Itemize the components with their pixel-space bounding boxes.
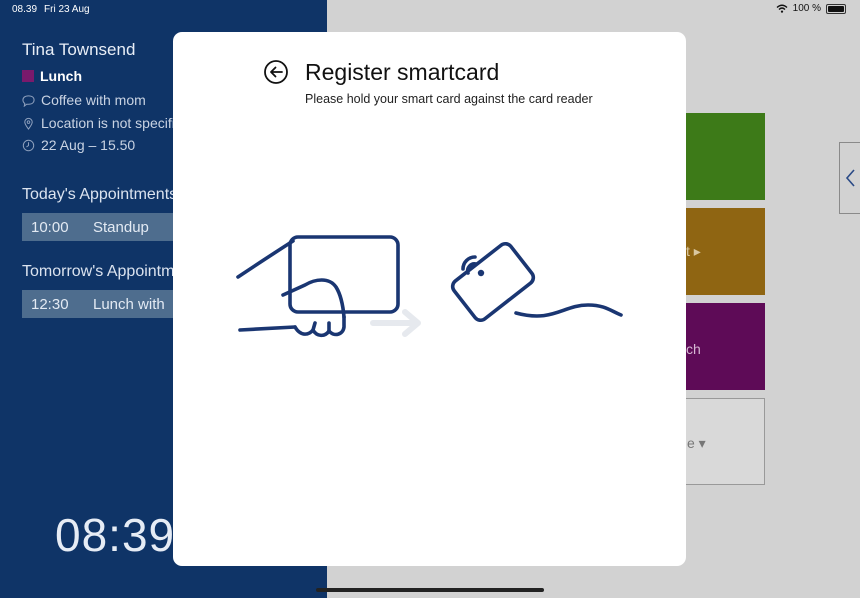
appointment-time: 12:30 bbox=[31, 295, 69, 313]
speech-bubble-icon bbox=[22, 94, 35, 107]
current-event-title: Lunch bbox=[40, 68, 82, 84]
chevron-left-icon bbox=[845, 169, 855, 187]
home-indicator bbox=[316, 588, 544, 592]
wifi-icon bbox=[776, 4, 788, 13]
appointment-title: Standup bbox=[93, 218, 149, 236]
dialog-title: Register smartcard bbox=[305, 59, 500, 85]
event-location: Location is not specific bbox=[22, 115, 182, 131]
status-right: 100 % bbox=[776, 3, 846, 14]
big-clock: 08:39 bbox=[55, 509, 176, 561]
current-event: Lunch bbox=[22, 68, 82, 84]
event-color-swatch bbox=[22, 70, 34, 82]
room-name: Tina Townsend bbox=[22, 40, 136, 59]
event-note: Coffee with mom bbox=[22, 92, 146, 108]
dialog-subtitle: Please hold your smart card against the … bbox=[305, 92, 593, 106]
today-heading: Today's Appointments bbox=[22, 186, 178, 203]
more-tile[interactable]: e ▾ bbox=[676, 398, 765, 485]
event-note-text: Coffee with mom bbox=[41, 92, 146, 108]
status-time: 08.39 bbox=[12, 4, 38, 15]
tile-label: t ▸ bbox=[686, 243, 701, 259]
event-location-text: Location is not specific bbox=[41, 115, 182, 131]
book-tile-purple[interactable]: ch bbox=[676, 303, 765, 390]
appointment-title: Lunch with bbox=[93, 295, 165, 313]
battery-icon bbox=[826, 3, 846, 14]
book-tile-orange[interactable]: t ▸ bbox=[676, 208, 765, 295]
battery-percent: 100 % bbox=[792, 3, 821, 14]
event-time-text: 22 Aug – 15.50 bbox=[41, 137, 136, 153]
appointment-time: 10:00 bbox=[31, 218, 69, 236]
register-smartcard-dialog: Register smartcard Please hold your smar… bbox=[173, 32, 686, 566]
side-panel-toggle[interactable] bbox=[839, 142, 860, 214]
status-date: Fri 23 Aug bbox=[44, 4, 90, 15]
status-bar: 08.39 Fri 23 Aug 100 % bbox=[0, 0, 860, 18]
tile-label: e ▾ bbox=[687, 435, 706, 451]
book-tile-green[interactable] bbox=[676, 113, 765, 200]
clock-icon bbox=[22, 139, 35, 151]
hand-card-to-reader-illustration bbox=[236, 235, 623, 338]
tile-label: ch bbox=[686, 341, 701, 357]
arrow-left-circle-icon[interactable] bbox=[263, 59, 289, 85]
location-pin-icon bbox=[24, 117, 33, 130]
event-time: 22 Aug – 15.50 bbox=[22, 137, 135, 153]
